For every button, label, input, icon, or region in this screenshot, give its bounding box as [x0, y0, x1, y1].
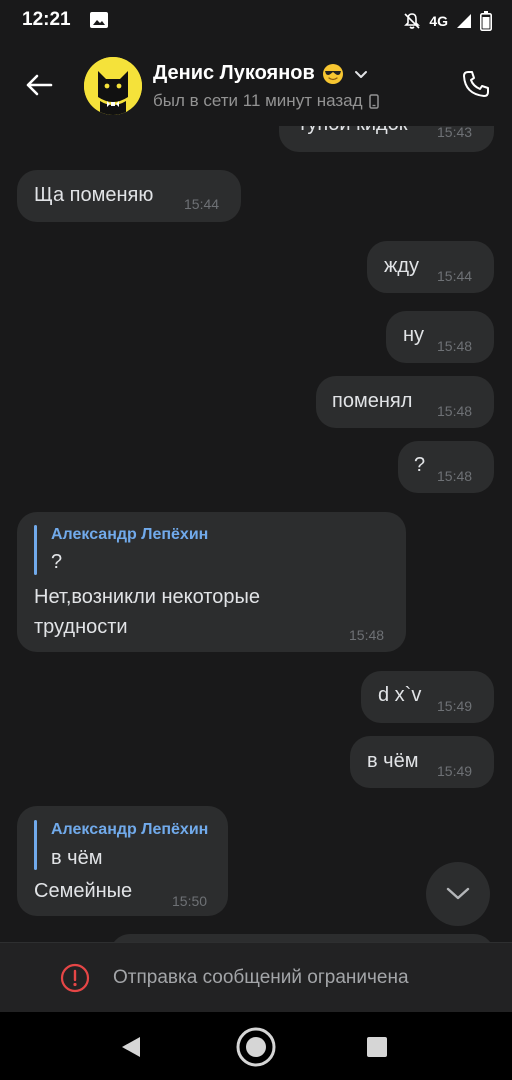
network-type: 4G: [429, 13, 448, 29]
avatar[interactable]: [84, 57, 142, 115]
message-text: d x`v: [378, 684, 422, 706]
message-time: 15:48: [349, 627, 385, 643]
contact-name-text: Денис Лукоянов: [153, 62, 315, 84]
message-text: Ща поменяю: [34, 184, 154, 206]
message-text: ну: [403, 324, 425, 346]
back-button[interactable]: [18, 64, 60, 106]
last-seen-status: был в сети 11 минут назад: [153, 91, 379, 111]
restricted-text: Отправка сообщений ограничена: [113, 967, 409, 988]
message-outgoing[interactable]: ну 15:48: [386, 311, 494, 363]
messaging-restricted-bar: Отправка сообщений ограничена: [0, 942, 512, 1012]
nav-home-icon[interactable]: [234, 1025, 278, 1069]
reply-author: Александр Лепёхин: [51, 821, 209, 838]
message-text: ?: [414, 454, 426, 476]
status-icons: 4G: [403, 10, 492, 32]
chat-header: Денис Лукоянов был в сети 11 минут назад: [0, 42, 512, 126]
message-time: 15:44: [184, 196, 220, 212]
message-text: жду: [384, 255, 420, 277]
message-outgoing[interactable]: жду 15:44: [367, 241, 494, 293]
error-icon: [60, 963, 90, 993]
message-text-line: Нет,возникли некоторые: [34, 586, 260, 608]
call-button[interactable]: [456, 64, 496, 104]
message-text: Семейные: [34, 880, 133, 902]
message-outgoing[interactable]: в чём 15:49: [350, 736, 494, 788]
reply-text: в чём: [51, 847, 103, 869]
chevron-down-icon: [446, 887, 470, 900]
message-text-line: трудности: [34, 616, 128, 638]
scroll-to-bottom-button[interactable]: [426, 862, 490, 926]
message-time: 15:44: [437, 268, 473, 284]
image-icon: [90, 12, 108, 28]
message-outgoing[interactable]: d x`v 15:49: [361, 671, 494, 723]
message-list[interactable]: тупой кидок 15:43 Ща поменяю 15:44 жду 1…: [0, 126, 512, 942]
message-incoming-reply[interactable]: Александр Лепёхин ? Нет,возникли некотор…: [17, 512, 406, 652]
message-text: тупой кидок: [298, 126, 408, 136]
message-time: 15:48: [437, 403, 473, 419]
message-outgoing[interactable]: ? 15:48: [398, 441, 494, 493]
status-bar: 12:21 4G: [0, 0, 512, 42]
message-text: в чём: [367, 750, 419, 772]
system-nav-bar: [0, 1012, 512, 1080]
message-outgoing[interactable]: поменял 15:48: [316, 376, 494, 428]
message-time: 15:50: [172, 893, 208, 909]
message-time: 15:48: [437, 338, 473, 354]
message-incoming[interactable]: Ща поменяю 15:44: [17, 170, 241, 222]
message-outgoing[interactable]: [110, 934, 494, 942]
message-time: 15:48: [437, 468, 473, 484]
status-time: 12:21: [22, 9, 71, 30]
message-incoming-reply[interactable]: Александр Лепёхин в чём Семейные 15:50: [17, 806, 228, 916]
cat-avatar-icon: [84, 57, 142, 115]
mobile-device-icon: [368, 93, 379, 109]
message-time: 15:43: [437, 126, 473, 140]
reply-text: ?: [51, 551, 63, 573]
chevron-down-icon[interactable]: [354, 67, 368, 81]
last-seen-text: был в сети 11 минут назад: [153, 91, 363, 110]
message-time: 15:49: [437, 763, 473, 779]
message-outgoing[interactable]: тупой кидок 15:43: [279, 126, 494, 152]
mute-icon: [404, 13, 421, 29]
nav-recents-icon[interactable]: [367, 1037, 387, 1057]
reply-quote-bar: [34, 820, 37, 870]
reply-quote-bar: [34, 525, 37, 575]
message-text: поменял: [332, 390, 413, 412]
phone-icon: [463, 71, 489, 97]
reply-author: Александр Лепёхин: [51, 526, 209, 543]
contact-name[interactable]: Денис Лукоянов: [153, 62, 368, 85]
back-arrow-icon: [26, 74, 53, 96]
signal-icon: [457, 14, 471, 28]
sunglasses-emoji-icon: [322, 63, 343, 84]
message-time: 15:49: [437, 698, 473, 714]
nav-back-icon[interactable]: [118, 1034, 144, 1060]
battery-icon: [480, 11, 492, 31]
